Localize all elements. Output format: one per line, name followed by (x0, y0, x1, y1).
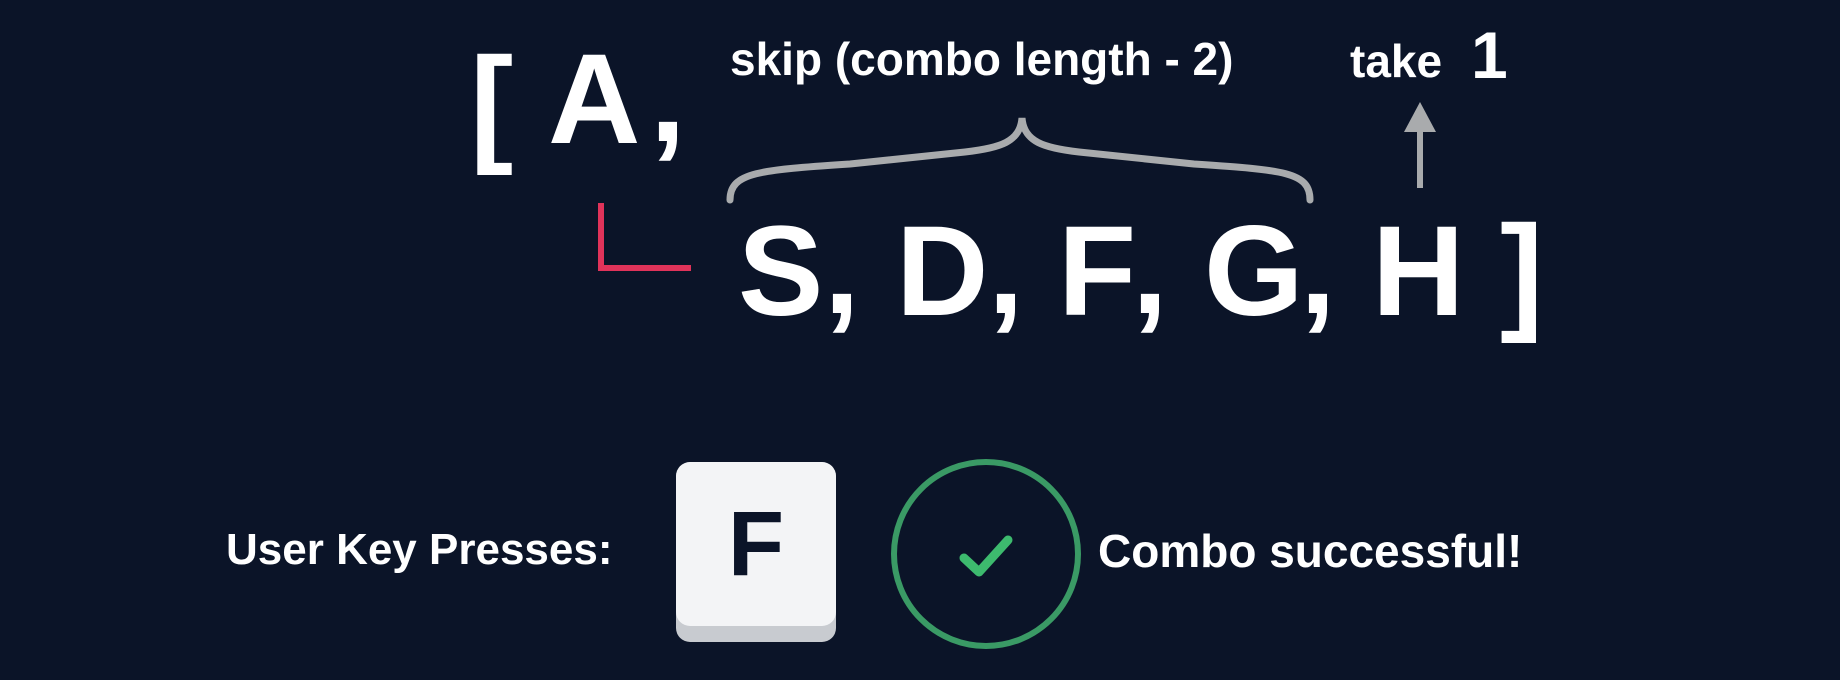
pressed-keycap: F (676, 462, 836, 642)
sequence-key-s: S (738, 200, 824, 343)
separator-comma: , (988, 198, 1024, 341)
take-label: take (1350, 35, 1443, 87)
combo-status-text: Combo successful! (1098, 525, 1523, 577)
sequence-key-a: A (548, 28, 641, 171)
sequence-key-d: D (896, 200, 989, 343)
arrow-up-icon (1404, 102, 1436, 188)
pressed-key-label: F (676, 462, 836, 626)
take-count: 1 (1471, 18, 1508, 92)
close-bracket: ] (1500, 198, 1544, 344)
checkmark-circle-icon (891, 459, 1081, 649)
open-bracket: [ (470, 30, 514, 176)
skip-brace (726, 117, 1314, 204)
separator-comma: , (1300, 198, 1336, 341)
skip-label: skip (combo length - 2) (730, 33, 1234, 85)
separator-comma: , (824, 198, 860, 341)
separator-comma: , (650, 26, 686, 169)
elbow-connector-icon (598, 203, 691, 271)
sequence-key-f: F (1058, 200, 1137, 343)
key-presses-label: User Key Presses: (226, 525, 613, 574)
separator-comma: , (1132, 198, 1168, 341)
sequence-key-h: H (1372, 200, 1465, 343)
sequence-key-g: G (1204, 200, 1304, 343)
